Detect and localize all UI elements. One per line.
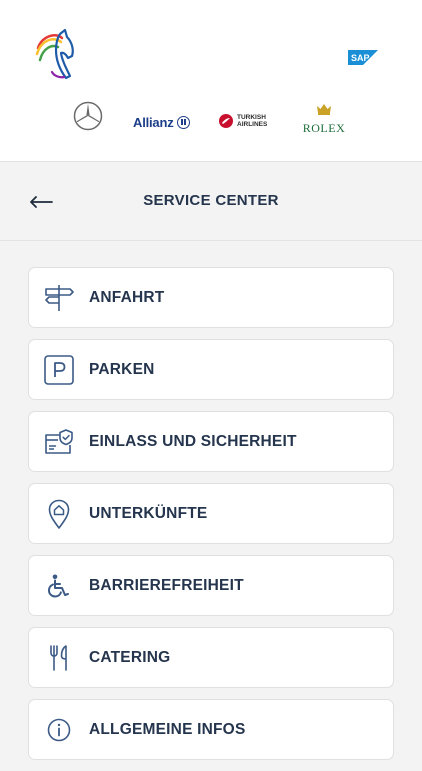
sponsor-logos: Allianz TURKISH AIRLINES ROLEX <box>0 100 422 136</box>
allianz-wordmark: Allianz <box>133 115 174 130</box>
titlebar: SERVICE CENTER <box>0 163 422 241</box>
location-home-icon <box>29 483 89 544</box>
menu-label-barrierefreiheit: BARRIEREFREIHEIT <box>89 576 244 594</box>
turkish-line2: AIRLINES <box>237 121 268 128</box>
mercedes-star-icon <box>73 101 103 131</box>
signpost-icon <box>29 267 89 328</box>
menu-label-catering: CATERING <box>89 648 171 666</box>
menu-item-einlass[interactable]: EINLASS UND SICHERHEIT <box>28 411 394 472</box>
turkish-airlines-logo: TURKISH AIRLINES <box>219 114 267 128</box>
turkish-airlines-bird-icon <box>219 114 233 128</box>
allianz-eagle-icon <box>176 116 190 129</box>
sponsor-header: SAP Allianz TURKISH AIRLINES ROLEX <box>0 0 422 162</box>
turkish-line1: TURKISH <box>237 114 266 121</box>
page-title: SERVICE CENTER <box>143 192 279 209</box>
menu-label-parken: PARKEN <box>89 360 155 378</box>
menu-item-catering[interactable]: CATERING <box>28 627 394 688</box>
crown-icon <box>317 104 331 115</box>
ticket-shield-icon <box>29 411 89 472</box>
menu-label-anfahrt: ANFAHRT <box>89 288 165 306</box>
menu-label-unterkuenfte: UNTERKÜNFTE <box>89 504 208 522</box>
menu-item-allgemeine-infos[interactable]: ALLGEMEINE INFOS <box>28 699 394 760</box>
cutlery-icon <box>29 627 89 688</box>
menu-label-einlass: EINLASS UND SICHERHEIT <box>89 432 297 450</box>
allianz-logo: Allianz <box>133 115 190 130</box>
parking-icon <box>29 339 89 400</box>
menu-item-barrierefreiheit[interactable]: BARRIEREFREIHEIT <box>28 555 394 616</box>
menu-item-anfahrt[interactable]: ANFAHRT <box>28 267 394 328</box>
rolex-logo: ROLEX <box>300 102 348 136</box>
menu-item-parken[interactable]: PARKEN <box>28 339 394 400</box>
service-menu: ANFAHRT PARKEN EINLASS UND SICHERHEIT UN… <box>28 267 394 771</box>
menu-item-unterkuenfte[interactable]: UNTERKÜNFTE <box>28 483 394 544</box>
horse-head-logo-icon <box>32 28 78 80</box>
wheelchair-icon <box>29 555 89 616</box>
info-icon <box>29 699 89 760</box>
menu-label-allgemeine-infos: ALLGEMEINE INFOS <box>89 720 246 738</box>
svg-text:SAP: SAP <box>351 53 370 63</box>
rolex-wordmark: ROLEX <box>302 121 346 135</box>
sap-logo: SAP <box>348 50 378 65</box>
